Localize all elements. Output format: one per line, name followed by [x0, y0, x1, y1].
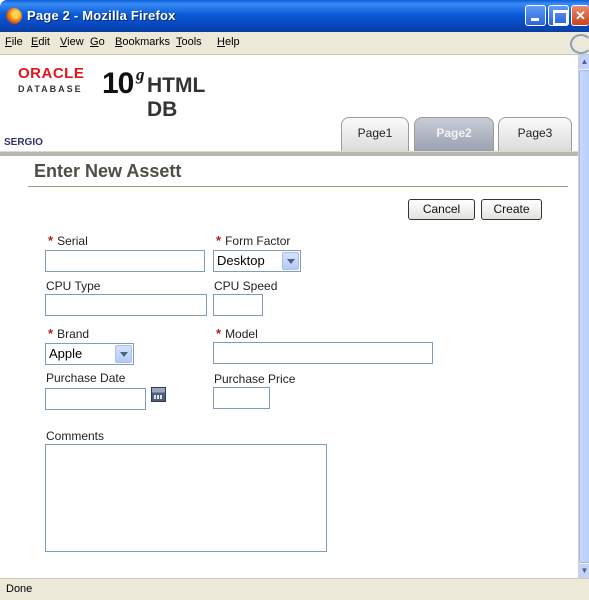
serial-label: * Serial — [48, 233, 88, 248]
title-divider — [28, 186, 568, 187]
logo-oracle: ORACLE — [18, 65, 85, 82]
status-text: Done — [6, 583, 33, 595]
firefox-icon — [6, 8, 22, 24]
logo-product: HTML DB — [147, 74, 205, 121]
required-marker: * — [216, 233, 222, 248]
tab-divider — [0, 151, 578, 156]
form-factor-select[interactable]: Desktop — [213, 250, 301, 272]
tab-page2[interactable]: Page2 — [414, 117, 494, 151]
comments-label: Comments — [46, 429, 105, 443]
scroll-up-icon[interactable]: ▲ — [579, 55, 589, 69]
menu-tools[interactable]: Tools — [176, 36, 202, 48]
chevron-down-icon[interactable] — [282, 252, 299, 270]
close-button[interactable]: ✕ — [571, 5, 589, 26]
page-title: Enter New Assett — [34, 161, 182, 181]
menu-bookmarks[interactable]: Bookmarks — [115, 36, 170, 48]
menu-go[interactable]: Go — [90, 36, 105, 48]
model-label: * Model — [216, 326, 258, 341]
serial-input[interactable] — [45, 250, 205, 272]
window-title-bar: Page 2 - Mozilla Firefox ✕ — [0, 0, 589, 32]
tab-page1[interactable]: Page1 — [341, 117, 409, 151]
required-marker: * — [216, 326, 222, 341]
status-bar: Done — [0, 578, 589, 600]
brand-label: * Brand — [48, 326, 90, 341]
create-button[interactable]: Create — [481, 199, 542, 220]
purchase-date-input[interactable] — [45, 388, 146, 410]
scroll-down-icon[interactable]: ▼ — [579, 564, 589, 578]
menu-bar: File Edit View Go Bookmarks Tools Help — [0, 32, 589, 55]
menu-file[interactable]: File — [5, 36, 23, 48]
purchase-date-label: Purchase Date — [46, 371, 126, 385]
brand-select[interactable]: Apple — [45, 343, 134, 365]
cancel-button[interactable]: Cancel — [408, 199, 475, 220]
minimize-button[interactable] — [525, 5, 546, 26]
menu-view[interactable]: View — [60, 36, 84, 48]
form-factor-label: * Form Factor — [216, 233, 291, 248]
calendar-icon[interactable] — [151, 387, 166, 402]
logo-superscript: g — [136, 65, 145, 84]
username: SERGIO — [4, 137, 43, 148]
required-marker: * — [48, 233, 54, 248]
window-title: Page 2 - Mozilla Firefox — [27, 8, 176, 23]
logo-database: DATABASE — [18, 84, 83, 94]
chevron-down-icon[interactable] — [115, 345, 132, 363]
throbber-icon — [570, 34, 589, 54]
comments-textarea[interactable] — [45, 444, 327, 552]
cpu-speed-input[interactable] — [213, 294, 263, 316]
vertical-scrollbar[interactable]: ▲ ▼ — [578, 55, 589, 578]
purchase-price-label: Purchase Price — [214, 372, 296, 386]
page-content: ORACLE DATABASE 10 g HTML DB SERGIO Page… — [0, 55, 578, 578]
menu-help[interactable]: Help — [217, 36, 240, 48]
menu-edit[interactable]: Edit — [31, 36, 50, 48]
cpu-type-label: CPU Type — [46, 279, 101, 293]
purchase-price-input[interactable] — [213, 387, 270, 409]
maximize-button[interactable] — [548, 5, 569, 26]
logo-version: 10 — [102, 67, 134, 100]
required-marker: * — [48, 326, 54, 341]
tab-page3[interactable]: Page3 — [498, 117, 572, 151]
cpu-speed-label: CPU Speed — [214, 279, 278, 293]
scrollbar-thumb[interactable] — [579, 70, 589, 563]
cpu-type-input[interactable] — [45, 294, 207, 316]
model-input[interactable] — [213, 342, 433, 364]
